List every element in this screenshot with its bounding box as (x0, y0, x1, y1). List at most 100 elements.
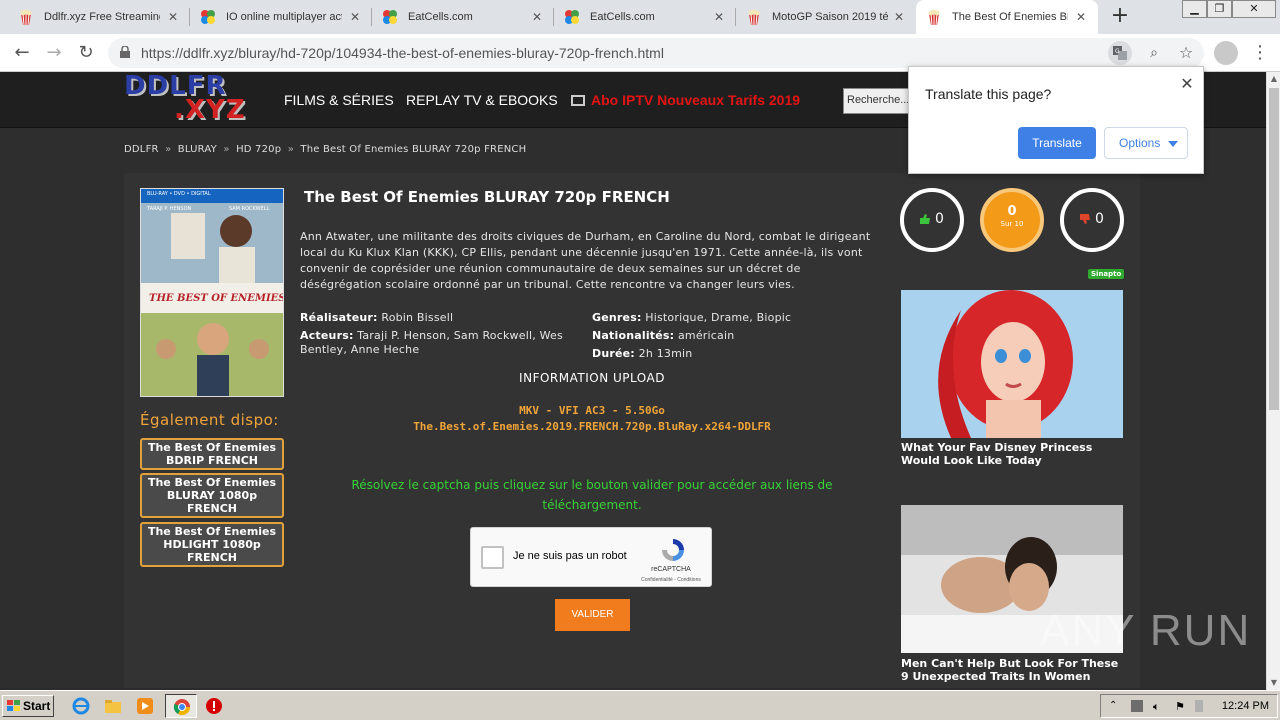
zoom-icon[interactable]: ⌕ (1142, 41, 1166, 65)
popcorn-icon (18, 9, 34, 25)
dislike-count: 0 (1095, 211, 1104, 227)
tab-title: MotoGP Saison 2019 télé (772, 11, 888, 23)
address-bar[interactable]: https://ddlfr.xyz/bluray/hd-720p/104934-… (108, 38, 1204, 68)
tray-chevron-icon[interactable]: ⌃ (1109, 700, 1121, 712)
poster-cast-1: TARAJI P. HENSON (147, 206, 192, 212)
windows-taskbar: Start ⌃ 🔈︎ ⚑ 12:24 PM (0, 690, 1280, 720)
poster-title: THE BEST OF ENEMIES (149, 293, 284, 304)
site-logo[interactable]: DDLFR .XYZ (124, 73, 254, 128)
restore-icon[interactable]: ❐ (1207, 0, 1232, 18)
browser-tab-active[interactable]: The Best Of Enemies BLU ✕ (916, 0, 1098, 34)
score-value: 0 (1007, 204, 1017, 219)
score-badge: 0 Sur 10 (980, 188, 1044, 252)
close-tab-icon[interactable]: ✕ (348, 10, 362, 24)
new-tab-button[interactable]: + (1108, 5, 1132, 29)
minimize-icon[interactable]: ▁ (1182, 0, 1207, 18)
browser-tab[interactable]: Ddlfr.xyz Free Streaming ✕ (8, 0, 190, 34)
network-icon[interactable] (1131, 700, 1143, 712)
flag-icon[interactable]: ⚑ (1175, 700, 1187, 713)
ad-caption[interactable]: Men Can't Help But Look For These 9 Unex… (901, 657, 1123, 683)
breadcrumb-link[interactable]: HD 720p (236, 144, 281, 155)
ad-image[interactable] (901, 290, 1123, 438)
translate-button[interactable]: Translate (1018, 127, 1096, 159)
breadcrumb-link[interactable]: BLURAY (178, 144, 217, 155)
recaptcha-brand: reCAPTCHA (651, 566, 691, 573)
genres-row: Genres: Historique, Drame, Biopic (592, 311, 882, 325)
url-text: https://ddlfr.xyz/bluray/hd-720p/104934-… (141, 45, 664, 61)
director-row: Réalisateur: Robin Bissell (300, 311, 580, 325)
scroll-up-icon[interactable]: ▲ (1267, 72, 1280, 86)
windows-flag-icon (7, 700, 20, 711)
chrome-taskbar-button[interactable] (165, 694, 197, 718)
close-tab-icon[interactable]: ✕ (1074, 10, 1088, 24)
browser-tab-strip: Ddlfr.xyz Free Streaming ✕ IO online mul… (0, 0, 1280, 34)
poster-top-text: BLU-RAY • DVD • DIGITAL (147, 191, 211, 197)
recaptcha-label: Je ne suis pas un robot (513, 550, 627, 562)
chevron-down-icon (1168, 141, 1178, 147)
movie-synopsis: Ann Atwater, une militante des droits ci… (300, 230, 871, 291)
genres-label: Genres: (592, 311, 642, 324)
internet-explorer-icon[interactable] (72, 697, 90, 715)
bookmark-star-icon[interactable]: ☆ (1174, 41, 1198, 65)
translate-popup: Translate this page? ✕ Translate Options (908, 66, 1204, 174)
breadcrumb-link[interactable]: DDLFR (124, 144, 159, 155)
close-window-icon[interactable]: ✕ (1232, 0, 1276, 18)
volume-icon[interactable]: 🔈︎ (1153, 700, 1165, 713)
browser-tab[interactable]: EatCells.com ✕ (372, 0, 554, 34)
tab-title: Ddlfr.xyz Free Streaming (44, 11, 160, 23)
folder-icon[interactable] (104, 697, 122, 715)
close-tab-icon[interactable]: ✕ (166, 10, 180, 24)
also-available-button[interactable]: The Best Of Enemies BDRIP FRENCH (140, 438, 284, 470)
nav-iptv[interactable]: Abo IPTV Nouveaux Tarifs 2019 (571, 92, 800, 108)
nav-films-series[interactable]: FILMS & SÉRIES (284, 92, 394, 108)
clock: 12:24 PM (1221, 700, 1269, 712)
close-tab-icon[interactable]: ✕ (530, 10, 544, 24)
browser-tab[interactable]: EatCells.com ✕ (554, 0, 736, 34)
browser-tab[interactable]: MotoGP Saison 2019 télé ✕ (736, 0, 916, 34)
ad-network-badge[interactable]: Sinapto (1088, 269, 1125, 279)
close-tab-icon[interactable]: ✕ (712, 10, 726, 24)
validate-button[interactable]: VALIDER (555, 599, 630, 631)
popcorn-icon (926, 9, 942, 25)
recaptcha-terms[interactable]: Confidentialité - Conditions (631, 577, 711, 583)
notification-icon[interactable] (1195, 700, 1203, 712)
scroll-down-icon[interactable]: ▼ (1267, 676, 1280, 690)
ad-illustration (901, 290, 1123, 438)
stop-sign-icon[interactable] (205, 697, 223, 715)
search-input[interactable]: Recherche... (843, 88, 913, 114)
media-player-icon[interactable] (136, 697, 154, 715)
upload-heading: INFORMATION UPLOAD (519, 371, 665, 385)
svg-text:G: G (1115, 48, 1120, 55)
recaptcha-checkbox[interactable] (481, 546, 504, 569)
lock-icon (120, 46, 130, 58)
movie-poster: BLU-RAY • DVD • DIGITAL TARAJI P. HENSON… (140, 188, 284, 397)
translate-question: Translate this page? (925, 86, 1052, 102)
scroll-thumb[interactable] (1269, 88, 1279, 410)
nav-replay-ebooks[interactable]: REPLAY TV & EBOOKS (406, 92, 558, 108)
chrome-icon (173, 699, 191, 716)
profile-avatar[interactable] (1214, 41, 1238, 65)
forward-arrow-icon[interactable]: → (42, 41, 66, 65)
dislike-button[interactable]: 0 (1060, 188, 1124, 252)
start-button[interactable]: Start (2, 695, 54, 717)
close-tab-icon[interactable]: ✕ (892, 10, 906, 24)
options-dropdown[interactable]: Options (1104, 127, 1188, 159)
browser-tab[interactable]: IO online multiplayer acti ✕ (190, 0, 372, 34)
thumbs-up-icon (920, 214, 931, 224)
translate-icon[interactable]: G (1108, 41, 1132, 65)
colorful-app-icon (200, 9, 216, 25)
tv-icon (571, 95, 585, 106)
popcorn-icon (746, 9, 762, 25)
also-available-button[interactable]: The Best Of Enemies BLURAY 1080p FRENCH (140, 473, 284, 518)
nationality-value: américain (677, 329, 735, 342)
close-icon[interactable]: ✕ (1177, 74, 1197, 94)
back-arrow-icon[interactable]: ← (10, 41, 34, 65)
like-count: 0 (935, 211, 944, 227)
poster-cast-2: SAM ROCKWELL (229, 206, 270, 212)
reload-icon[interactable]: ↻ (74, 41, 98, 65)
more-menu-icon[interactable]: ⋮ (1250, 41, 1270, 65)
also-available-button[interactable]: The Best Of Enemies HDLIGHT 1080p FRENCH (140, 522, 284, 567)
ad-caption[interactable]: What Your Fav Disney Princess Would Look… (901, 441, 1123, 467)
page-scrollbar[interactable]: ▲ ▼ (1266, 72, 1280, 690)
like-button[interactable]: 0 (900, 188, 964, 252)
